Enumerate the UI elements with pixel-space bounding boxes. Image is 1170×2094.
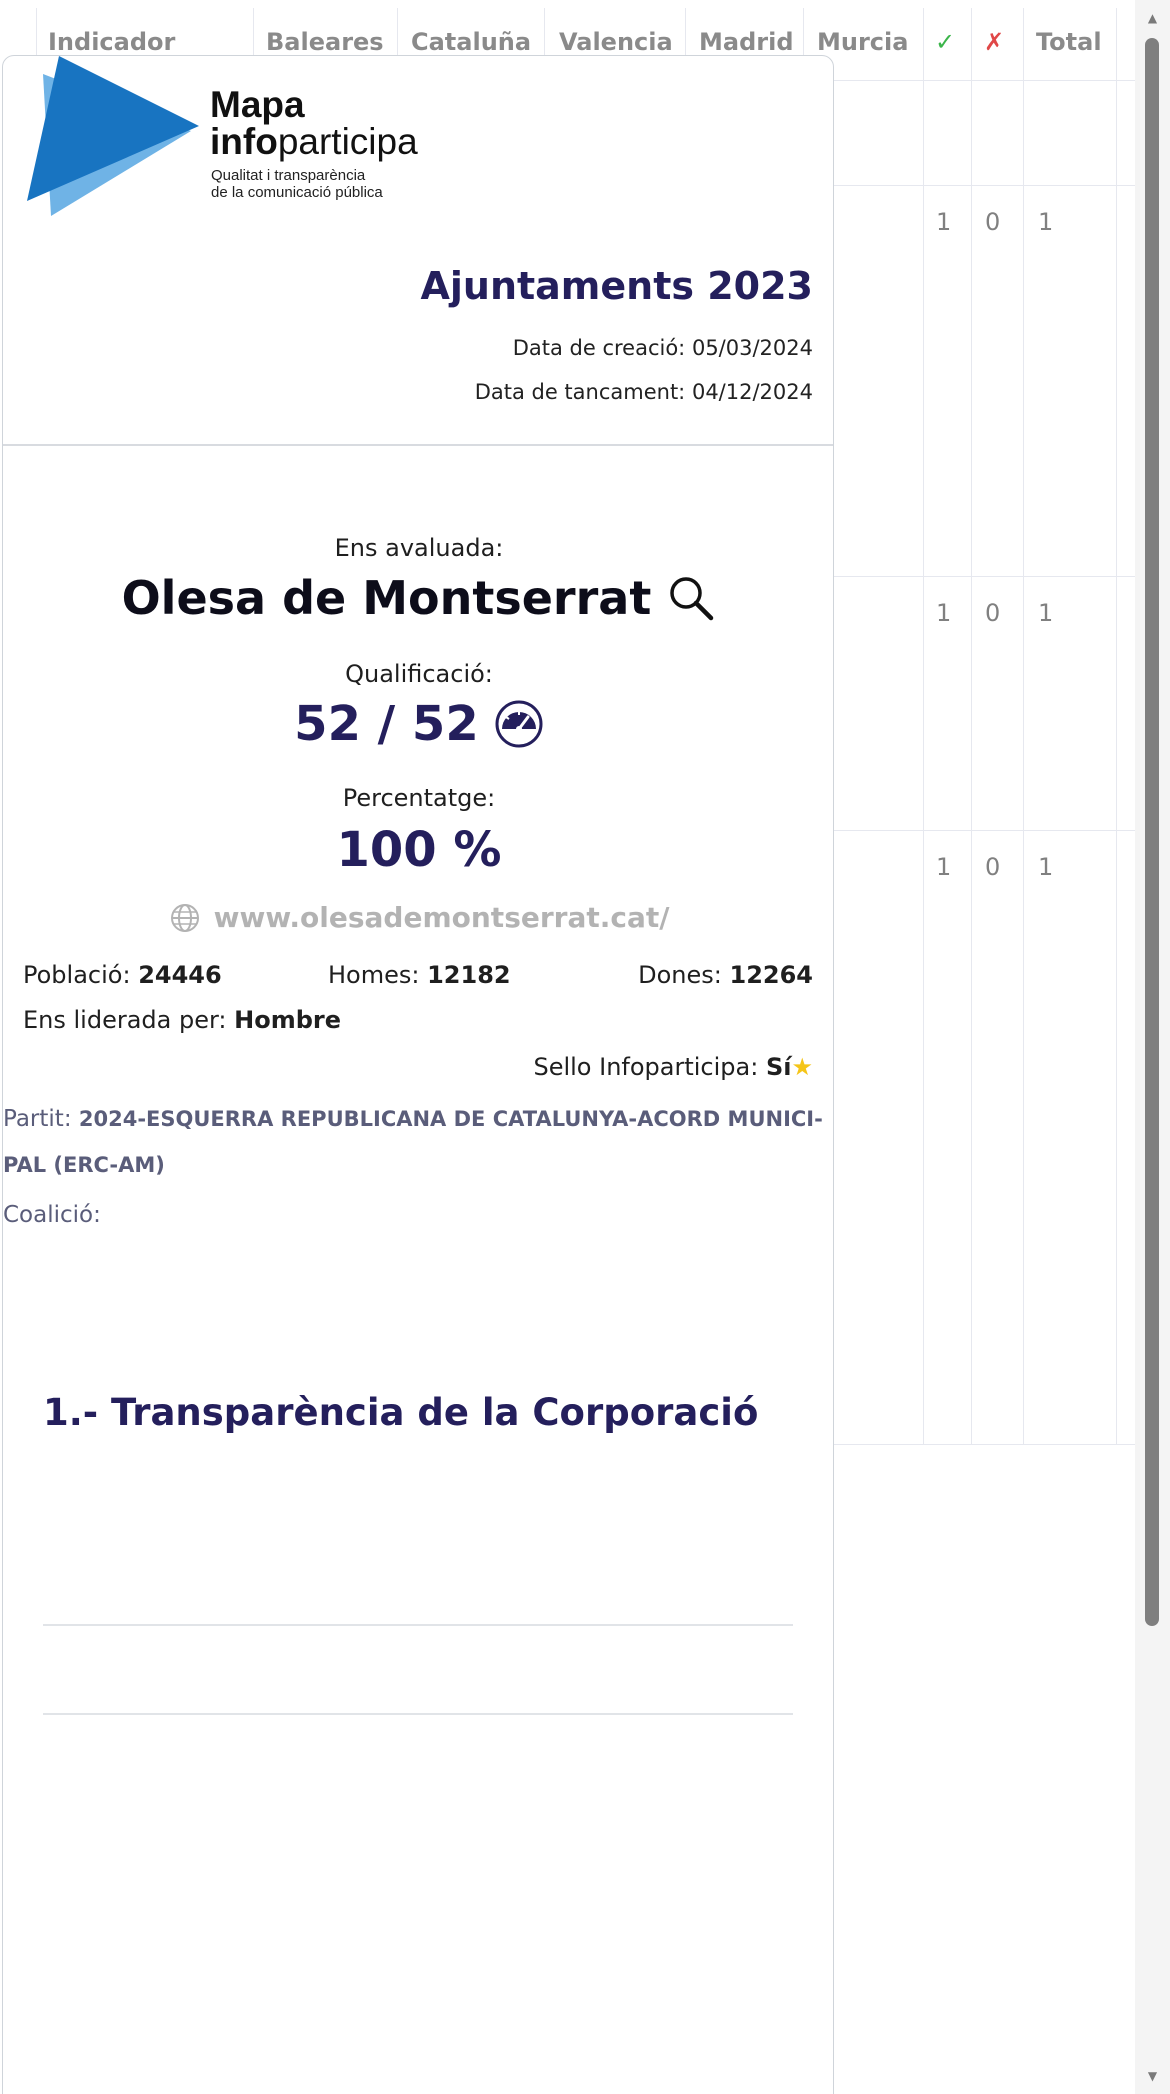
percentage-label: Percentatge: [342,784,496,812]
percentage-value: 100 % [336,822,502,878]
entity-report-panel: Mapa infoparticipa Qualitat i transparèn… [2,55,834,2094]
table-divider [253,8,254,58]
table-cell-check: 1 [936,853,952,881]
men-stat: Homes: 12182 [328,961,511,989]
table-divider [923,8,924,1445]
population-stat: Població: 24446 [23,961,222,989]
website-row[interactable]: www.olesademontserrat.cat/ [3,901,833,934]
party-info: Partit: 2024-ESQUERRA REPUBLICANA DE CAT… [3,1106,823,1177]
entity-name-row: Olesa de Montserrat [3,571,833,625]
scroll-up-arrow-icon[interactable]: ▲ [1135,4,1170,32]
column-header-indicador[interactable]: Indicador [48,28,175,56]
column-header-valencia[interactable]: Valencia [559,28,673,56]
table-cell-total: 1 [1038,599,1054,627]
column-header-total[interactable]: Total [1036,28,1102,56]
creation-date: Data de creació: 05/03/2024 [512,336,813,360]
globe-icon [170,903,199,932]
table-divider [803,8,804,58]
table-divider [971,8,972,1445]
mapa-infoparticipa-logo[interactable]: Mapa infoparticipa Qualitat i transparèn… [21,56,441,226]
logo-word-infoparticipa: infoparticipa [210,121,418,162]
column-header-madrid[interactable]: Madrid [699,28,794,56]
column-header-cross[interactable]: ✗ [984,28,1004,56]
entity-name: Olesa de Montserrat [121,571,652,625]
column-header-murcia[interactable]: Murcia [817,28,908,56]
logo-tagline: de la comunicació pública [211,184,383,201]
table-cell-total: 1 [1038,208,1054,236]
score-value: 52 / 52 [294,696,479,752]
website-link[interactable]: www.olesademontserrat.cat/ [214,901,670,934]
table-cell-total: 1 [1038,853,1054,881]
scrollbar-thumb[interactable] [1145,38,1159,1626]
table-cell-cross: 0 [985,853,1001,881]
logo-word-mapa: Mapa [210,84,305,125]
vertical-scrollbar[interactable]: ▲ ▼ [1135,0,1170,2094]
table-cell-cross: 0 [985,208,1001,236]
section-title: 1.- Transparència de la Corporació [43,1391,759,1434]
report-title: Ajuntaments 2023 [420,264,813,308]
table-divider [1023,8,1024,1445]
divider [43,1713,793,1715]
closing-date: Data de tancament: 04/12/2024 [474,380,813,404]
logo-tagline: Qualitat i transparència [211,167,366,184]
leader-stat: Ens liderada per: Hombre [23,1006,342,1034]
divider [3,444,833,446]
score-row: 52 / 52 [3,696,833,752]
star-icon: ★ [791,1053,813,1081]
column-header-baleares[interactable]: Baleares [266,28,384,56]
table-cell-cross: 0 [985,599,1001,627]
divider [43,1624,793,1626]
column-header-check[interactable]: ✓ [935,28,955,56]
table-divider [1116,8,1117,1445]
scroll-down-arrow-icon[interactable]: ▼ [1135,2062,1170,2090]
score-label: Qualificació: [345,660,493,688]
table-divider [685,8,686,58]
search-icon[interactable] [666,573,716,623]
logo-triangle-icon [27,56,199,216]
table-divider [397,8,398,58]
gauge-icon [495,700,543,748]
table-cell-check: 1 [936,599,952,627]
women-stat: Dones: 12264 [638,961,813,989]
table-divider [544,8,545,58]
column-header-cataluna[interactable]: Cataluña [411,28,531,56]
coalition-label: Coalició: [3,1202,101,1228]
seal-stat: Sello Infoparticipa: Sí★ [533,1053,813,1081]
table-cell-check: 1 [936,208,952,236]
entity-label: Ens avaluada: [334,534,504,562]
